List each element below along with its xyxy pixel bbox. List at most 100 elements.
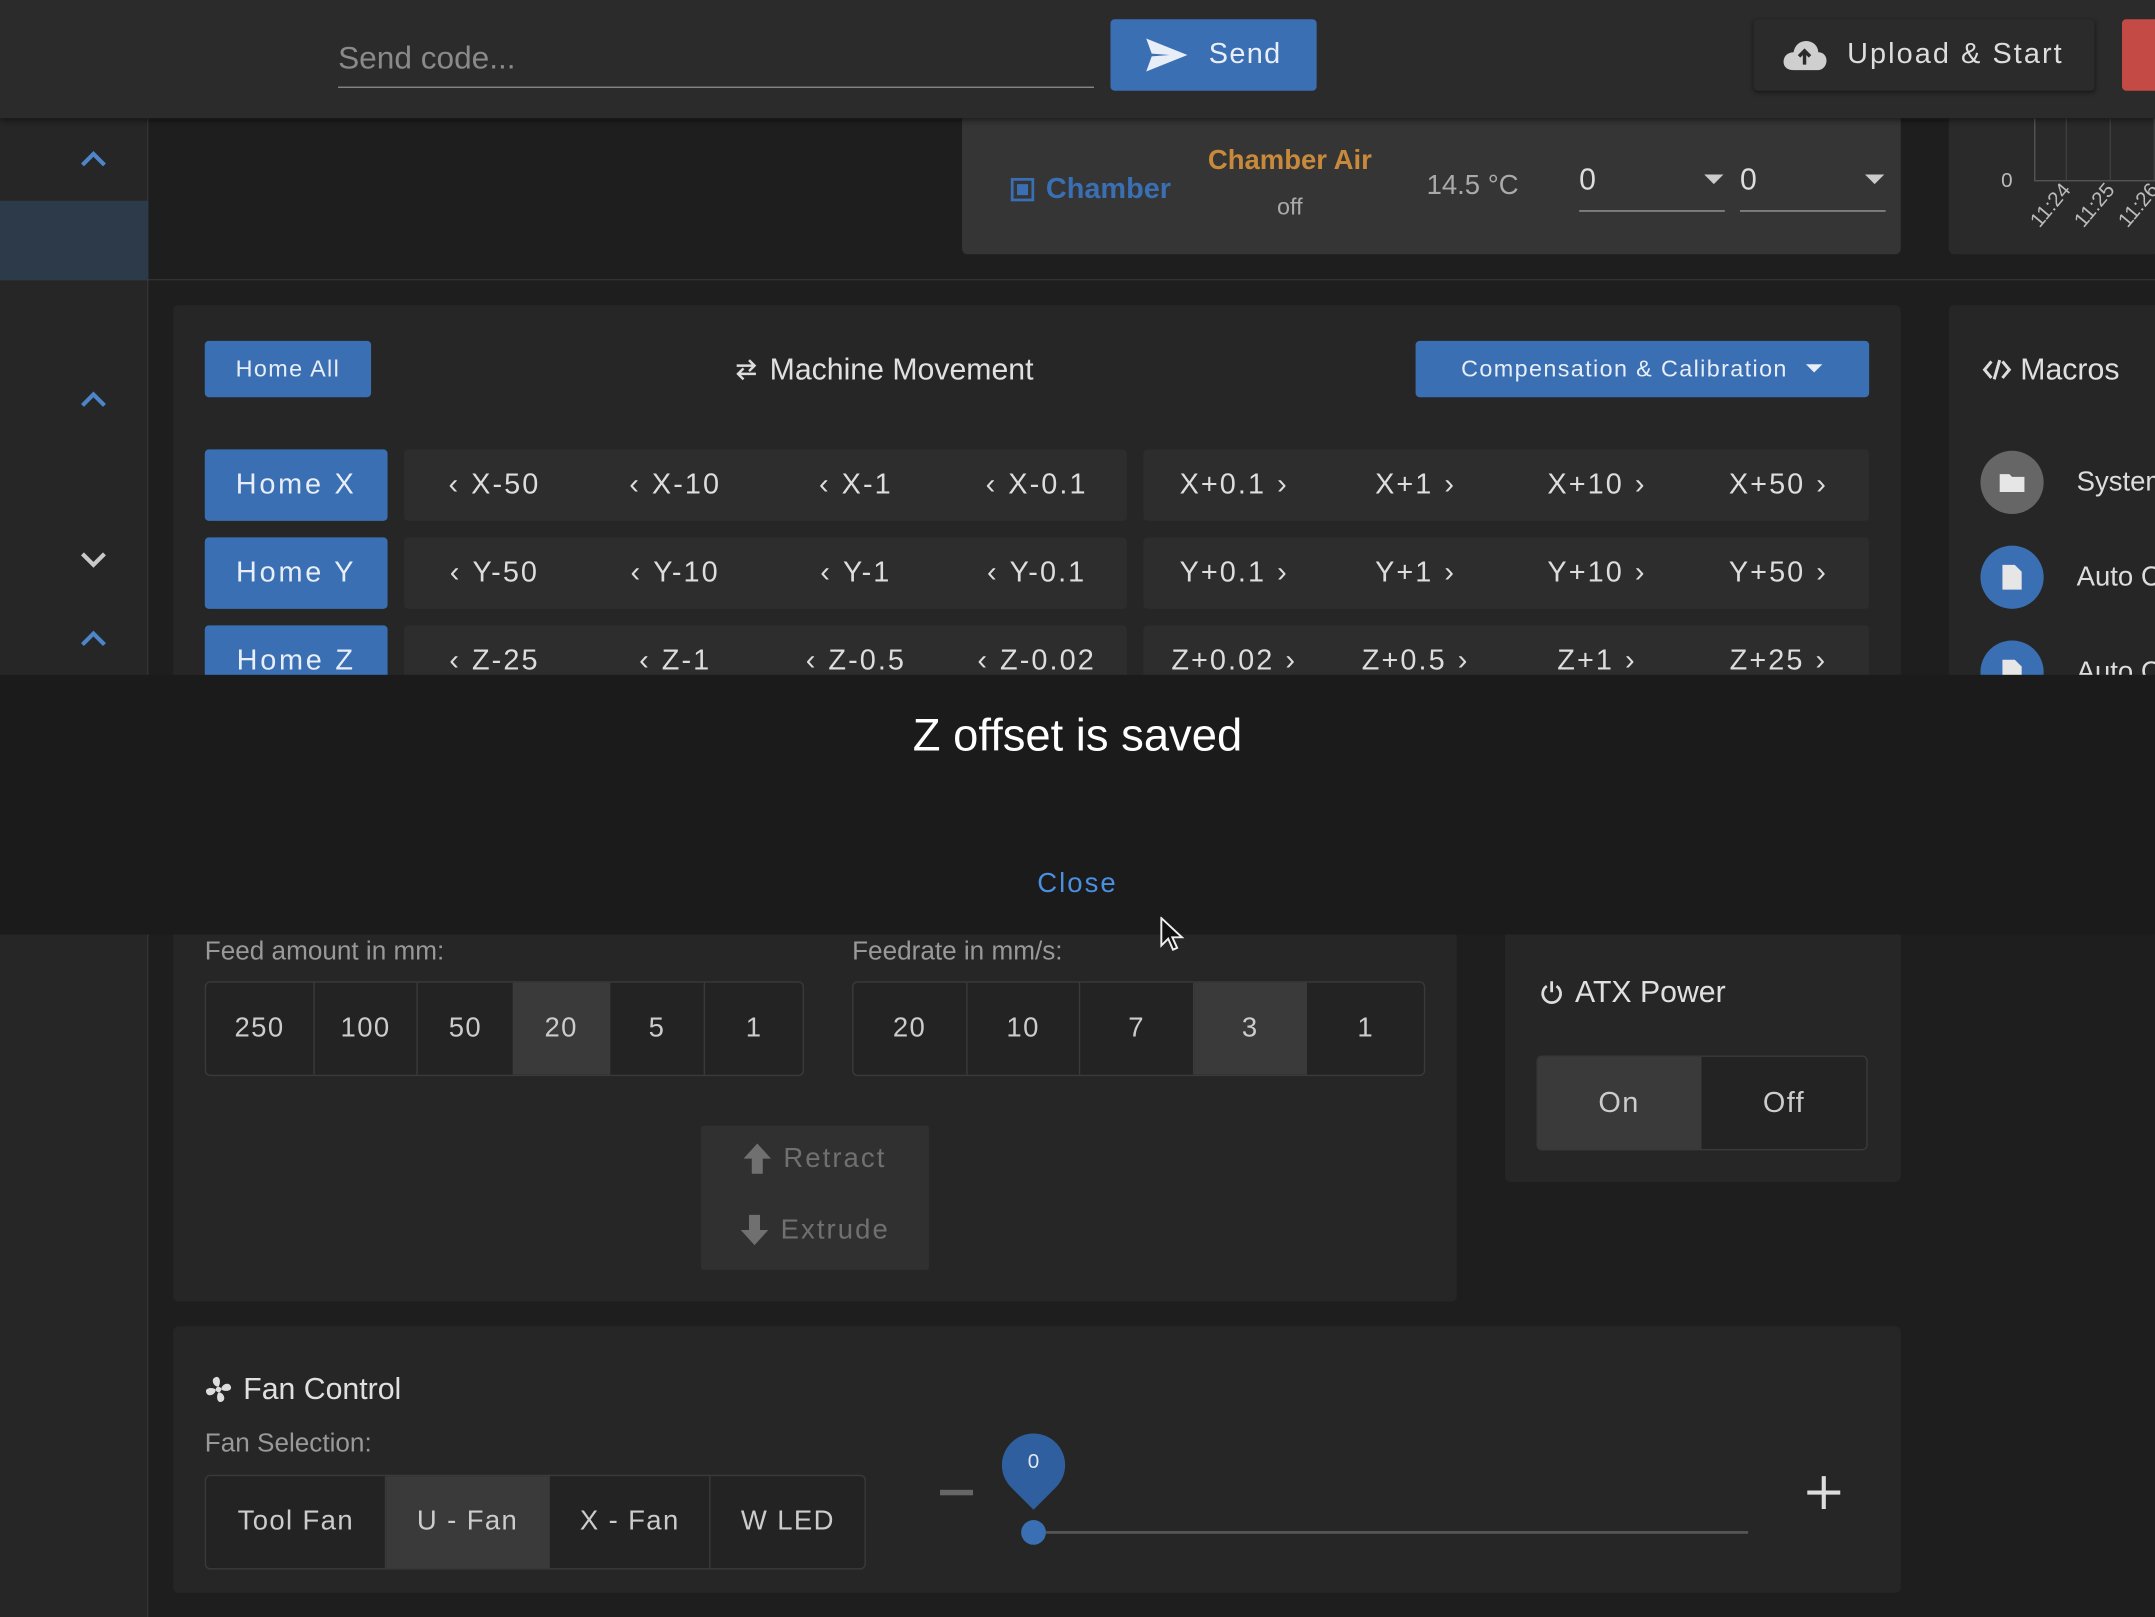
home-all-button[interactable]: Home All — [204, 340, 372, 398]
chevron-up-icon[interactable] — [77, 625, 110, 652]
chevron-right-icon: › — [1816, 468, 1828, 501]
movement-header: Machine Movement — [734, 351, 1034, 388]
feed-amount-label: Feed amount in mm: — [204, 937, 445, 967]
move-x-minus-50[interactable]: ‹ X-50 — [404, 449, 585, 520]
feedrate-selector: 20 10 7 3 1 — [852, 981, 1426, 1077]
atx-on-button[interactable]: On — [1537, 1056, 1702, 1149]
step-label: X-50 — [471, 468, 541, 501]
feed-option[interactable]: 250 — [206, 982, 315, 1075]
move-x-plus-50[interactable]: X+50 › — [1688, 449, 1869, 520]
chamber-standby-select[interactable]: 0 — [1739, 148, 1886, 212]
move-x-plus-0-1[interactable]: X+0.1 › — [1143, 449, 1324, 520]
move-y-plus-1[interactable]: Y+1 › — [1325, 537, 1506, 608]
chart-baseline — [2034, 180, 2155, 182]
feedrate-option[interactable]: 10 — [967, 982, 1081, 1075]
y-plus-group: Y+0.1 › Y+1 › Y+10 › Y+50 › — [1143, 537, 1870, 609]
send-button[interactable]: Send — [1110, 19, 1317, 91]
move-y-plus-10[interactable]: Y+10 › — [1506, 537, 1687, 608]
chart-grid-line — [2109, 118, 2112, 181]
chevron-left-icon: ‹ — [629, 468, 641, 501]
move-x-minus-1[interactable]: ‹ X-1 — [766, 449, 947, 520]
fan-increase-button[interactable] — [1803, 1472, 1844, 1513]
compensation-calibration-button[interactable]: Compensation & Calibration — [1415, 340, 1870, 398]
macros-header: Macros — [1982, 352, 2119, 388]
fan-header: Fan Control — [205, 1372, 401, 1408]
dialog-close-button[interactable]: Close — [1017, 863, 1138, 904]
chamber-toggle[interactable]: Chamber — [1010, 173, 1171, 206]
chart-x-tick: 11:25 — [2069, 178, 2120, 233]
step-label: X+50 — [1728, 468, 1806, 501]
move-x-plus-10[interactable]: X+10 › — [1506, 449, 1687, 520]
feed-option[interactable]: 100 — [314, 982, 419, 1075]
sidebar-active-item[interactable] — [0, 200, 149, 281]
feedrate-option[interactable]: 20 — [853, 982, 968, 1075]
chamber-active-select[interactable]: 0 — [1579, 148, 1725, 212]
macro-item[interactable]: System — [1980, 450, 2155, 515]
chevron-left-icon: ‹ — [449, 644, 461, 677]
plus-icon — [1807, 1476, 1841, 1510]
fan-speed-slider[interactable]: 0 — [988, 1420, 1749, 1593]
macro-label: Auto C — [2076, 561, 2155, 592]
step-label: Y-50 — [472, 556, 540, 589]
caret-down-icon — [1703, 172, 1725, 186]
send-code-input[interactable] — [338, 30, 1094, 88]
move-y-minus-10[interactable]: ‹ Y-10 — [585, 537, 766, 608]
home-x-button[interactable]: Home X — [204, 449, 388, 521]
fan-option[interactable]: Tool Fan — [206, 1476, 387, 1569]
arrow-up-icon — [742, 1142, 772, 1175]
arrow-down-icon — [739, 1214, 769, 1247]
feedrate-option-selected[interactable]: 3 — [1194, 982, 1308, 1075]
retract-button[interactable]: Retract — [742, 1142, 886, 1175]
step-label: Z+0.5 — [1361, 644, 1447, 677]
extrude-button[interactable]: Extrude — [739, 1214, 889, 1247]
code-icon — [1982, 357, 2012, 382]
active-value: 0 — [1579, 161, 1596, 196]
chevron-left-icon: ‹ — [639, 644, 651, 677]
chevron-right-icon: › — [1277, 468, 1289, 501]
chevron-up-icon[interactable] — [77, 146, 110, 173]
move-x-plus-1[interactable]: X+1 › — [1325, 449, 1506, 520]
home-y-button[interactable]: Home Y — [204, 537, 388, 609]
move-x-minus-0-1[interactable]: ‹ X-0.1 — [946, 449, 1127, 520]
caret-down-icon — [1864, 172, 1886, 186]
move-y-minus-0-1[interactable]: ‹ Y-0.1 — [946, 537, 1127, 608]
upload-start-button[interactable]: Upload & Start — [1753, 19, 2095, 91]
fan-option[interactable]: X - Fan — [550, 1476, 712, 1569]
fan-decrease-button[interactable] — [940, 1489, 974, 1496]
slider-track — [1033, 1531, 1749, 1534]
move-y-plus-0-1[interactable]: Y+0.1 › — [1143, 537, 1324, 608]
movement-title: Machine Movement — [769, 351, 1034, 387]
file-icon — [1980, 545, 2044, 609]
feed-option[interactable]: 1 — [706, 983, 803, 1075]
move-y-minus-50[interactable]: ‹ Y-50 — [404, 537, 585, 608]
atx-off-button[interactable]: Off — [1701, 1057, 1866, 1149]
x-plus-group: X+0.1 › X+1 › X+10 › X+50 › — [1143, 449, 1870, 521]
heater-chamber-air[interactable]: Chamber Air off — [1190, 146, 1389, 222]
move-x-minus-10[interactable]: ‹ X-10 — [585, 449, 766, 520]
step-label: Y-1 — [842, 556, 892, 589]
move-y-minus-1[interactable]: ‹ Y-1 — [766, 537, 947, 608]
dialog-message: Z offset is saved — [912, 709, 1243, 761]
fan-option-selected[interactable]: U - Fan — [386, 1476, 550, 1569]
retract-label: Retract — [783, 1142, 887, 1174]
machine-movement-panel: Home All Machine Movement Compensation &… — [173, 305, 1901, 697]
folder-icon — [1980, 450, 2044, 515]
step-label: Z-0.02 — [1000, 644, 1096, 677]
move-y-plus-50[interactable]: Y+50 › — [1688, 537, 1869, 608]
chevron-down-icon[interactable] — [77, 546, 110, 573]
slider-thumb[interactable] — [1021, 1520, 1046, 1545]
section-divider — [148, 278, 2155, 281]
feed-option[interactable]: 50 — [418, 982, 514, 1075]
feed-option-selected[interactable]: 20 — [513, 982, 610, 1075]
chart-axis — [2034, 118, 2036, 181]
feedrate-option[interactable]: 1 — [1308, 983, 1424, 1075]
fan-option[interactable]: W LED — [711, 1476, 864, 1568]
emergency-stop-button[interactable] — [2122, 19, 2155, 91]
step-label: Z-25 — [471, 644, 540, 677]
macro-item[interactable]: Auto C — [1980, 545, 2155, 609]
atx-power-panel: ATX Power On Off — [1504, 920, 1901, 1182]
step-label: Y+1 — [1375, 556, 1434, 589]
chevron-up-icon[interactable] — [77, 386, 110, 413]
feedrate-option[interactable]: 7 — [1081, 982, 1195, 1075]
feed-option[interactable]: 5 — [610, 982, 706, 1075]
